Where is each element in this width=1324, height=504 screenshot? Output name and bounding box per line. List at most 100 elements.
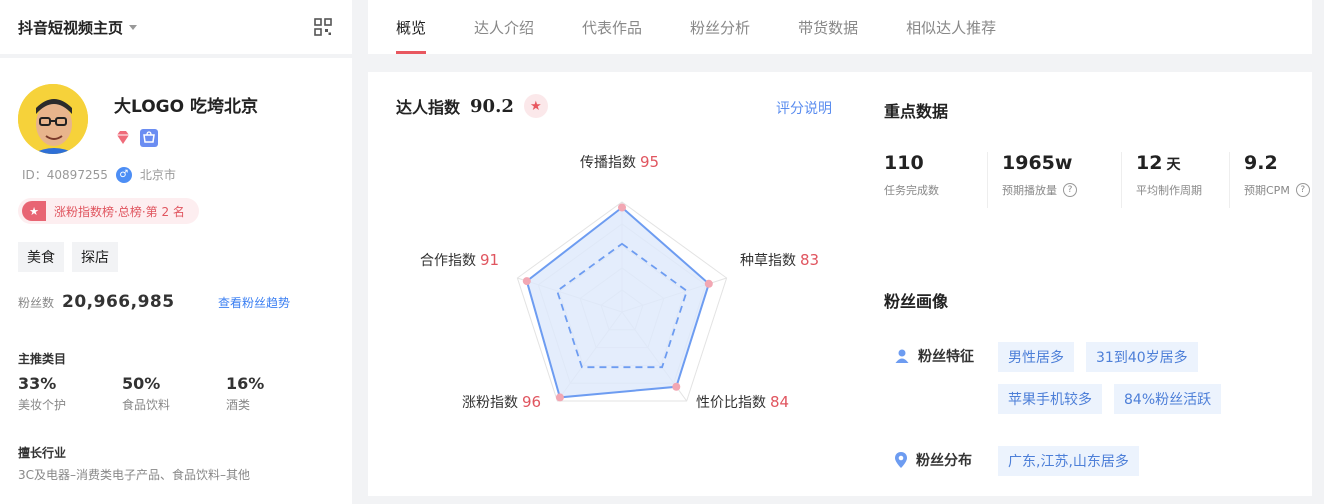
score-value: 90.2: [470, 95, 514, 117]
help-icon[interactable]: ?: [1063, 183, 1077, 197]
axis-value: 95: [640, 153, 660, 171]
page-switcher-label: 抖音短视频主页: [18, 18, 124, 37]
radar-label-growth: 涨粉指数 96: [462, 392, 541, 412]
tag: 美食: [18, 242, 64, 272]
category-tags: 美食 探店: [18, 242, 118, 272]
score-title: 达人指数: [396, 98, 461, 117]
chip: 31到40岁居多: [1086, 342, 1198, 372]
location-pin-icon: [895, 452, 907, 468]
axis-name: 合作指数: [420, 253, 476, 269]
key-data-item: 110 任务完成数: [884, 152, 988, 208]
rank-text: 涨粉指数榜·总榜·第 2 名: [54, 204, 185, 219]
fan-features-label: 粉丝特征: [894, 342, 998, 366]
radar-label-spread: 传播指数 95: [580, 152, 659, 172]
profile-header: 大LOGO 吃垮北京: [18, 84, 258, 154]
star-icon: ★: [22, 201, 46, 221]
fans-row: 粉丝数 20,966,985 查看粉丝趋势: [18, 292, 334, 312]
star-icon: ★: [523, 94, 548, 118]
radar-series-area: [525, 206, 710, 399]
industry-title: 擅长行业: [18, 446, 67, 460]
industry-value: 3C及电器–消费类电子产品、食品饮料–其他: [18, 468, 251, 482]
kd-value: 9.2: [1244, 152, 1278, 174]
key-data-item: 1965w 预期播放量?: [1002, 152, 1122, 208]
key-data: 110 任务完成数 1965w 预期播放量? 12 天 平均制作周期 9.2 预期…: [884, 152, 1324, 208]
category-item: 33% 美妆个护: [18, 374, 122, 413]
score-header: 达人指数 90.2 ★: [396, 94, 548, 118]
radar-point: [555, 393, 564, 402]
category-pct: 33%: [18, 374, 57, 393]
fan-profile-title: 粉丝画像: [884, 292, 949, 311]
radar-svg: [516, 201, 728, 402]
axis-value: 96: [522, 393, 542, 411]
key-data-item: 9.2 预期CPM?: [1244, 152, 1324, 208]
tab-bar: 概览 达人介绍 代表作品 粉丝分析 带货数据 相似达人推荐: [368, 0, 1312, 54]
shop-badge-icon: [140, 129, 158, 147]
fan-distribution-row: 粉丝分布 广东,江苏,山东居多: [894, 446, 1248, 476]
radar-point: [618, 203, 626, 212]
axis-name: 性价比指数: [696, 395, 766, 411]
category-item: 50% 食品饮料: [122, 374, 226, 413]
fan-distribution-label: 粉丝分布: [894, 446, 998, 470]
left-header: 抖音短视频主页: [0, 0, 352, 54]
category-name: 食品饮料: [122, 398, 171, 412]
overview-panel: 达人指数 90.2 ★ 评分说明 传播指数 95 种草指数 83 性价比指数 84 涨…: [368, 72, 1312, 496]
male-icon: ♂: [115, 166, 132, 183]
category-pct: 50%: [122, 374, 161, 393]
fan-distribution-chips: 广东,江苏,山东居多: [998, 446, 1248, 476]
fans-count: 20,966,985: [62, 292, 175, 312]
tab-similar-creators[interactable]: 相似达人推荐: [906, 0, 996, 54]
score-explain-link[interactable]: 评分说明: [776, 98, 832, 118]
main-categories-title: 主推类目: [18, 352, 67, 366]
creator-location: 北京市: [139, 168, 176, 182]
radar-label-value: 性价比指数 84: [696, 392, 789, 412]
tab-creator-intro[interactable]: 达人介绍: [474, 0, 534, 54]
tab-representative-works[interactable]: 代表作品: [582, 0, 642, 54]
kd-label: 预期CPM?: [1244, 182, 1324, 198]
kd-value: 1965w: [1002, 152, 1073, 174]
user-icon: [895, 349, 909, 363]
chip: 84%粉丝活跃: [1114, 384, 1222, 414]
key-data-title: 重点数据: [884, 102, 949, 121]
diamond-badge-icon: [114, 129, 132, 147]
radar-point: [522, 277, 531, 286]
key-data-item: 12 天 平均制作周期: [1136, 152, 1230, 208]
axis-value: 83: [800, 251, 820, 269]
chip: 男性居多: [998, 342, 1074, 372]
tag: 探店: [72, 242, 118, 272]
axis-value: 91: [480, 251, 500, 269]
tab-sales-data[interactable]: 带货数据: [798, 0, 858, 54]
avatar[interactable]: [18, 84, 88, 154]
radar-point: [704, 279, 713, 288]
chip: 广东,江苏,山东居多: [998, 446, 1139, 476]
radar-label-coop: 合作指数 91: [420, 250, 499, 270]
id-row: ID：40897255 ♂ 北京市: [22, 166, 176, 183]
axis-name: 传播指数: [580, 155, 636, 171]
chip: 苹果手机较多: [998, 384, 1102, 414]
radar-label-seeding: 种草指数 83: [740, 250, 819, 270]
profile-card: 大LOGO 吃垮北京 ID：40897255 ♂ 北京市 ★ 涨粉指数榜·总榜·…: [0, 58, 352, 504]
qrcode-icon[interactable]: [312, 16, 334, 38]
fan-features-row: 粉丝特征 男性居多 31到40岁居多 苹果手机较多 84%粉丝活跃: [894, 342, 1248, 414]
kd-label: 预期播放量?: [1002, 182, 1107, 198]
axis-value: 84: [770, 393, 790, 411]
chevron-down-icon: [129, 24, 138, 30]
help-icon[interactable]: ?: [1295, 183, 1310, 197]
kd-label: 任务完成数: [884, 184, 939, 197]
tab-fan-analysis[interactable]: 粉丝分析: [690, 0, 750, 54]
main-categories: 33% 美妆个护 50% 食品饮料 16% 酒类: [18, 374, 330, 413]
category-name: 美妆个护: [18, 398, 67, 412]
tab-overview[interactable]: 概览: [396, 0, 427, 54]
category-pct: 16%: [226, 374, 265, 393]
category-name: 酒类: [226, 398, 251, 412]
fans-label: 粉丝数: [18, 296, 55, 310]
creator-name: 大LOGO 吃垮北京: [114, 97, 259, 117]
fans-trend-link[interactable]: 查看粉丝趋势: [218, 294, 290, 311]
axis-name: 种草指数: [740, 253, 796, 269]
radar-point: [672, 382, 681, 391]
creator-id: ID：40897255: [22, 168, 108, 182]
fan-feature-chips: 男性居多 31到40岁居多 苹果手机较多 84%粉丝活跃: [998, 342, 1248, 414]
kd-value: 110: [884, 152, 924, 174]
kd-value: 12 天: [1136, 152, 1181, 174]
page-switcher[interactable]: 抖音短视频主页: [18, 17, 138, 38]
rank-badge[interactable]: ★ 涨粉指数榜·总榜·第 2 名: [18, 198, 199, 224]
